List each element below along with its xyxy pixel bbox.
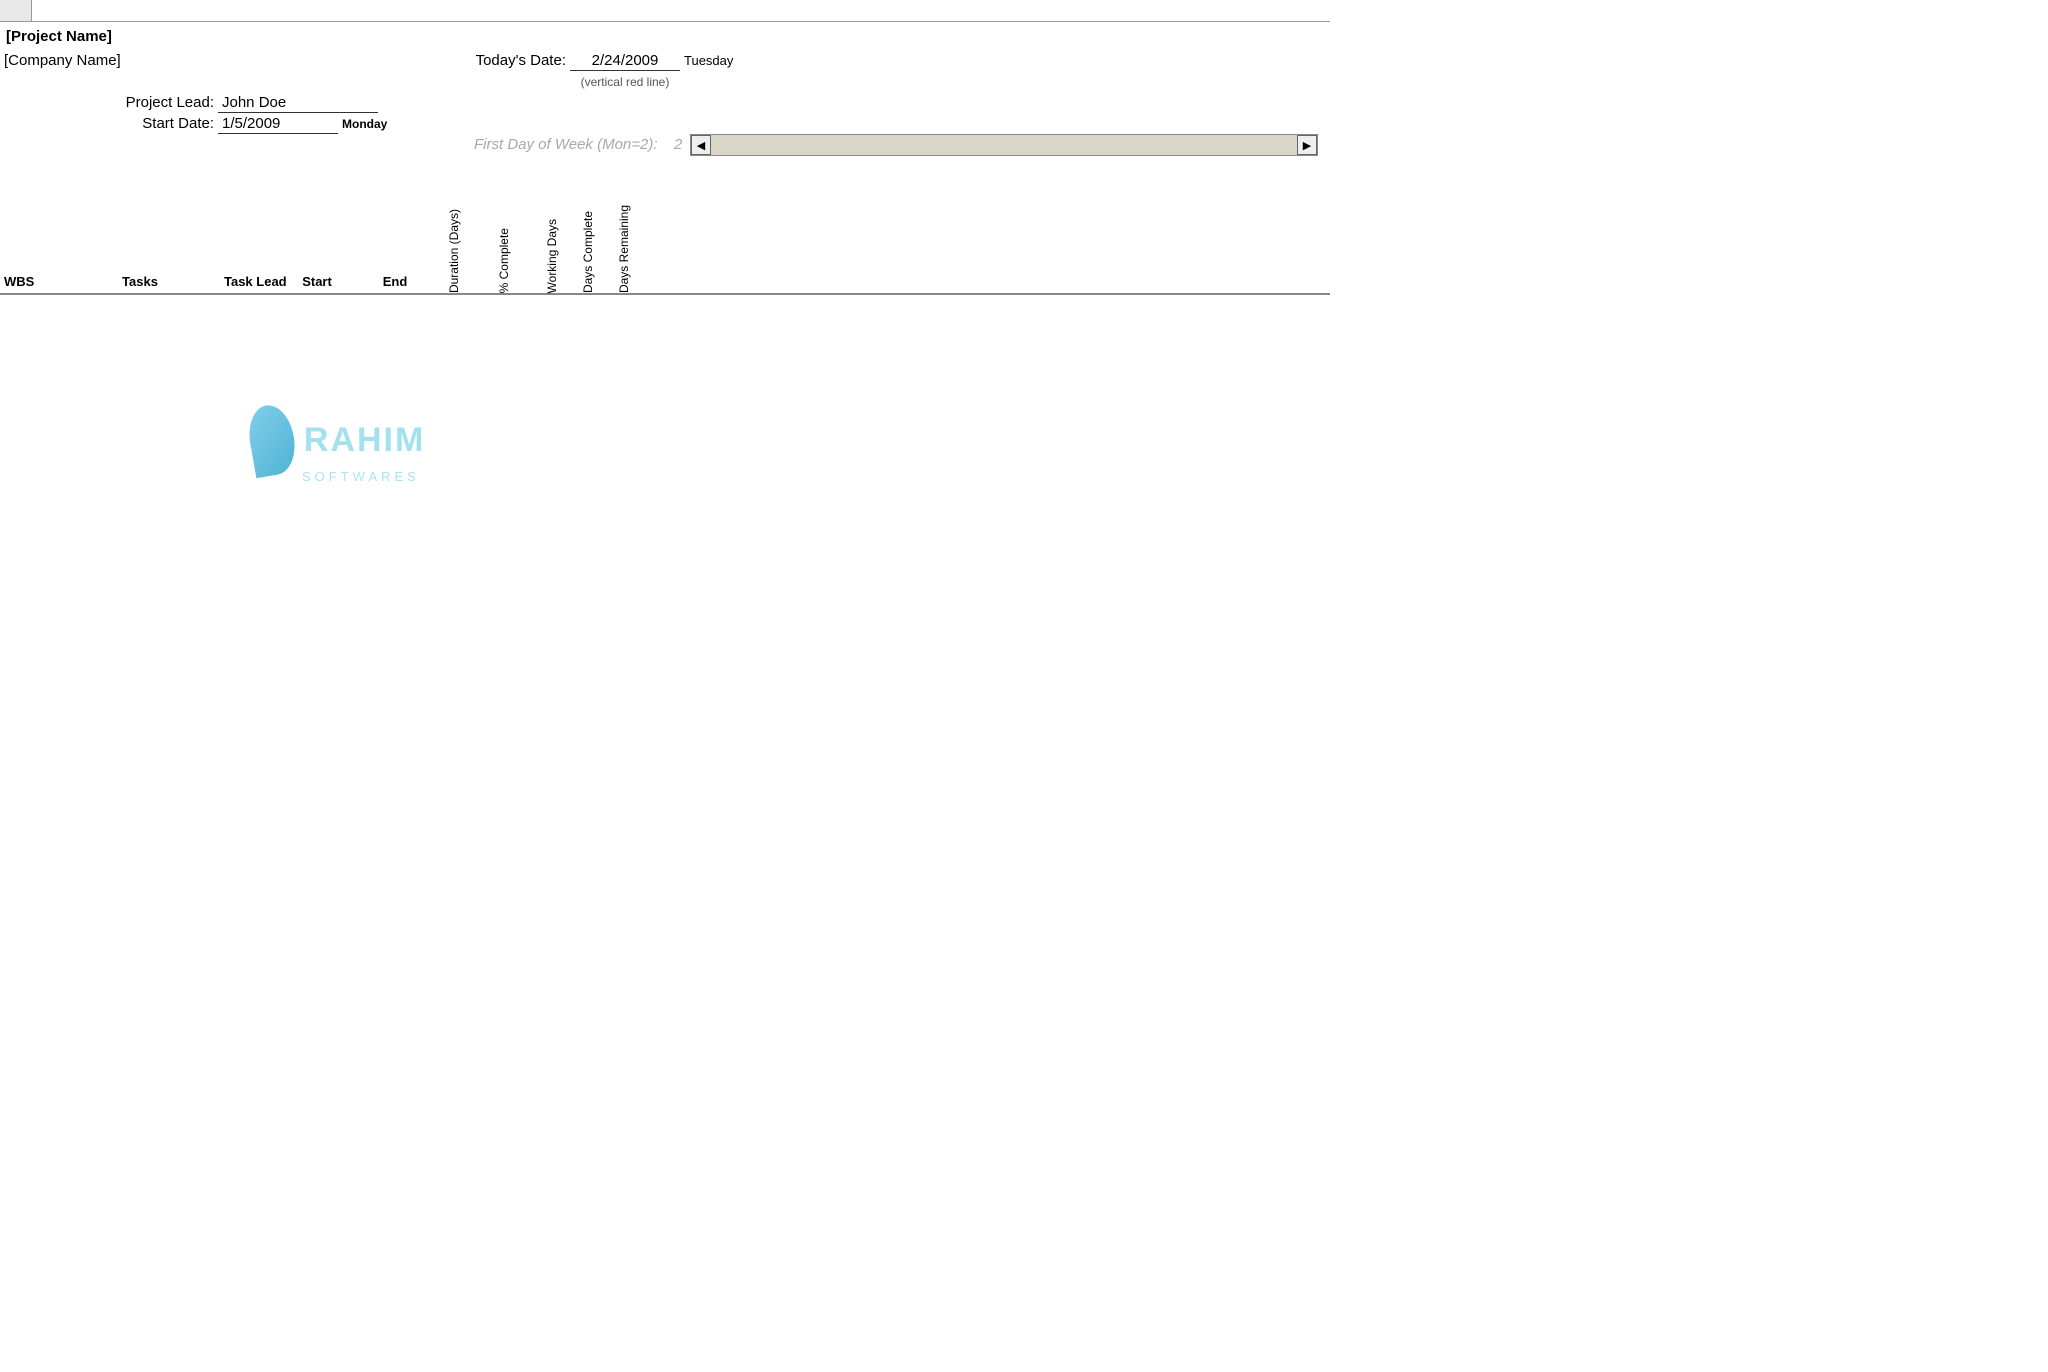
row-4: [Company Name] Today's Date: 2/24/2009 T… (0, 50, 1330, 71)
row-6: Project Lead: John Doe (0, 92, 1330, 113)
hdr-start: Start (278, 274, 356, 293)
scroll-left-icon[interactable]: ◀ (691, 135, 711, 155)
start-date-label: Start Date: (0, 113, 218, 134)
project-lead[interactable]: John Doe (218, 92, 378, 113)
project-name[interactable]: [Project Name] (0, 22, 118, 50)
hdr-wbs: WBS (0, 274, 60, 293)
column-headers (0, 0, 1330, 22)
vertical-line-hint: (vertical red line) (570, 71, 680, 92)
project-lead-label: Project Lead: (0, 92, 218, 113)
row-3: [Project Name] (0, 22, 1330, 50)
watermark: RAHIM SOFTWARES (250, 405, 425, 484)
gantt-scrollbar[interactable]: ◀ ▶ (690, 134, 1318, 156)
hdr-duration: Duration (Days) (438, 205, 470, 293)
today-date[interactable]: 2/24/2009 (570, 50, 680, 71)
hdr-tasks: Tasks (60, 274, 220, 293)
row-7: Start Date: 1/5/2009 Monday (0, 113, 1330, 134)
hdr-lead: Task Lead (220, 274, 278, 293)
row-32 (0, 295, 1330, 316)
hdr-end: End (356, 274, 434, 293)
company-name[interactable]: [Company Name] (0, 50, 220, 71)
first-day-val[interactable]: 2 (670, 134, 690, 155)
start-day: Monday (338, 113, 418, 134)
today-label: Today's Date: (440, 50, 570, 71)
hdr-working: Working Days (538, 215, 566, 293)
row-8: First Day of Week (Mon=2): 2 ◀ ▶ (0, 134, 1330, 155)
flame-icon (244, 402, 299, 479)
table-header-row: WBS Tasks Task Lead Start End Duration (… (0, 155, 1330, 295)
hdr-daysr: Days Remaining (610, 201, 638, 293)
select-all-corner[interactable] (0, 0, 32, 21)
scroll-right-icon[interactable]: ▶ (1297, 135, 1317, 155)
first-day-hint: First Day of Week (Mon=2): (470, 134, 670, 155)
hdr-daysc: Days Complete (574, 207, 602, 293)
today-day: Tuesday (680, 50, 770, 71)
spreadsheet: [Project Name] [Company Name] Today's Da… (0, 0, 1330, 316)
row-5: (vertical red line) (0, 71, 1330, 92)
start-date[interactable]: 1/5/2009 (218, 113, 338, 134)
hdr-pct: % Complete (478, 224, 530, 293)
